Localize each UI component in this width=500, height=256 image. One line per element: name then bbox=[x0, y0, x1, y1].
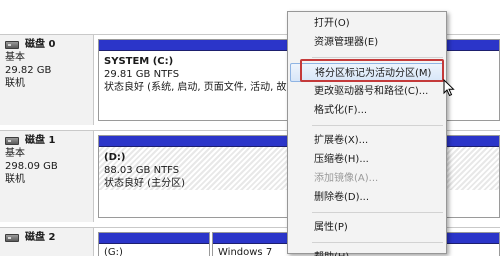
menu-item-extend-volume[interactable]: 扩展卷(X)... bbox=[288, 131, 446, 150]
disk-2-info[interactable]: 磁盘 2 bbox=[0, 228, 94, 256]
menu-separator bbox=[312, 57, 443, 58]
hard-disk-icon bbox=[5, 40, 19, 49]
menu-item-explorer[interactable]: 资源管理器(E) bbox=[288, 33, 446, 52]
primary-partition-band bbox=[99, 233, 209, 244]
menu-item-change-drive-letter[interactable]: 更改驱动器号和路径(C)... bbox=[288, 82, 446, 101]
menu-item-open[interactable]: 打开(O) bbox=[288, 14, 446, 33]
disk-0-info[interactable]: 磁盘 0 基本 29.82 GB 联机 bbox=[0, 35, 94, 125]
disk-1-info[interactable]: 磁盘 1 基本 298.09 GB 联机 bbox=[0, 131, 94, 222]
menu-item-help[interactable]: 帮助(H) bbox=[288, 248, 446, 256]
menu-separator bbox=[312, 212, 443, 213]
menu-separator bbox=[312, 242, 443, 243]
menu-item-format[interactable]: 格式化(F)... bbox=[288, 101, 446, 120]
disk-1-status: 联机 bbox=[5, 174, 25, 185]
disk-0-size: 29.82 GB bbox=[5, 65, 52, 76]
menu-separator bbox=[312, 125, 443, 126]
disk-1-type: 基本 bbox=[5, 148, 25, 159]
menu-item-shrink-volume[interactable]: 压缩卷(H)... bbox=[288, 150, 446, 169]
menu-item-properties[interactable]: 属性(P) bbox=[288, 218, 446, 237]
partition-name: (G:) bbox=[104, 247, 123, 256]
menu-item-add-mirror: 添加镜像(A)... bbox=[314, 173, 379, 184]
menu-item-delete-volume[interactable]: 删除卷(D)... bbox=[288, 188, 446, 207]
volume-context-menu: 打开(O) 资源管理器(E) 将分区标记为活动分区(M) 更改驱动器号和路径(C… bbox=[287, 11, 447, 256]
disk-0-type: 基本 bbox=[5, 52, 25, 63]
disk-0-title: 磁盘 0 bbox=[25, 39, 56, 50]
partition-g[interactable]: (G:) bbox=[98, 232, 210, 256]
hard-disk-icon bbox=[5, 136, 19, 145]
mouse-pointer-icon bbox=[443, 79, 455, 97]
disk-2-title: 磁盘 2 bbox=[25, 232, 56, 243]
disk-1-size: 298.09 GB bbox=[5, 161, 58, 172]
hard-disk-icon bbox=[5, 233, 19, 242]
disk-0-status: 联机 bbox=[5, 78, 25, 89]
disk-1-title: 磁盘 1 bbox=[25, 135, 56, 146]
highlight-annotation-box bbox=[300, 59, 444, 82]
